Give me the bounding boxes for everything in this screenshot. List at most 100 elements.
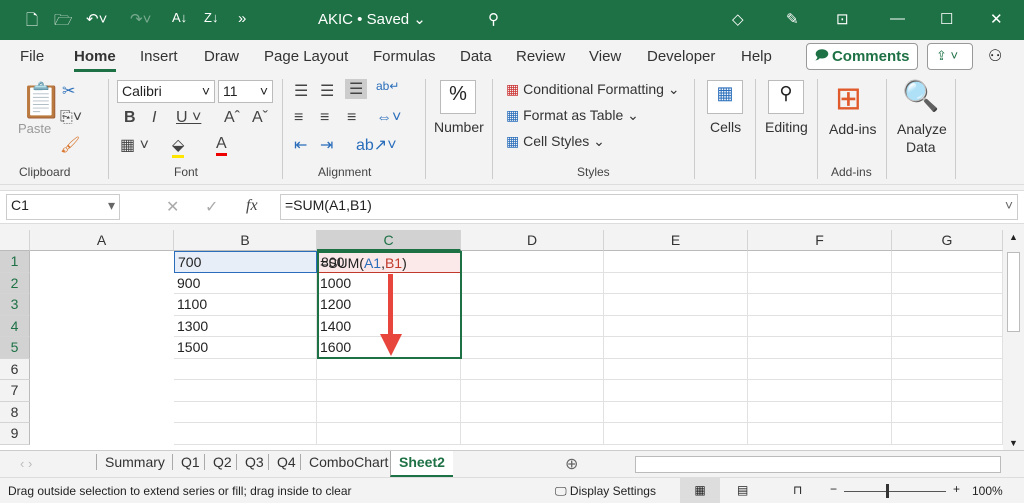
ribbon-display-icon[interactable]: ⊡ xyxy=(836,10,849,28)
cell-A6[interactable] xyxy=(174,358,317,380)
tab-data[interactable]: Data xyxy=(460,48,492,65)
column-header-C[interactable]: C xyxy=(317,230,461,251)
cut-icon[interactable]: ✂ xyxy=(62,81,75,101)
bold-icon[interactable]: B xyxy=(124,109,136,127)
format-painter-icon[interactable]: 🖌 xyxy=(60,135,80,155)
document-title[interactable]: AKIC • Saved ⌄ xyxy=(318,10,426,28)
new-file-icon[interactable]: 🗋 xyxy=(26,10,38,35)
sheet-tab-combochart[interactable]: ComboChart xyxy=(300,454,396,470)
increase-font-icon[interactable]: Aˆ xyxy=(224,109,240,127)
cell-F3[interactable] xyxy=(892,294,1003,316)
number-format-button[interactable]: Number xyxy=(434,119,484,135)
merge-center-icon[interactable]: ⇔˅ xyxy=(376,109,401,127)
formula-input[interactable]: =SUM(A1,B1) ˅ xyxy=(280,194,1018,220)
column-header-G[interactable]: G xyxy=(892,230,1003,251)
middle-align-icon[interactable]: ☰ xyxy=(320,81,334,101)
insert-function-icon[interactable]: fx xyxy=(246,197,258,215)
cells-button[interactable]: Cells xyxy=(710,119,741,135)
close-icon[interactable]: ✕ xyxy=(990,10,1003,28)
cell-E7[interactable] xyxy=(748,380,892,402)
italic-icon[interactable]: I xyxy=(152,109,156,127)
enter-icon[interactable]: ✓ xyxy=(205,197,218,217)
row-header-2[interactable]: 2 xyxy=(0,272,30,294)
page-break-view-icon[interactable]: ⊓ xyxy=(793,483,802,497)
cell-A3[interactable]: 1100 xyxy=(174,294,317,316)
coauthor-icon[interactable]: ⚇ xyxy=(988,46,1002,66)
font-size-select[interactable]: 11 ˅ xyxy=(218,80,273,103)
tab-insert[interactable]: Insert xyxy=(140,48,178,65)
sheet-tab-q3[interactable]: Q3 xyxy=(236,454,272,470)
tab-view[interactable]: View xyxy=(589,48,621,65)
percent-icon[interactable]: % xyxy=(440,80,476,114)
more-commands[interactable]: » xyxy=(238,10,246,27)
add-ins-icon[interactable]: ⊞ xyxy=(835,79,862,117)
wrap-text-icon[interactable]: ab↵ xyxy=(376,79,399,93)
cell-C3[interactable] xyxy=(461,294,604,316)
cell-E5[interactable] xyxy=(748,337,892,359)
top-align-icon[interactable]: ☰ xyxy=(294,81,308,101)
cell-A7[interactable] xyxy=(174,380,317,402)
cell-D1[interactable] xyxy=(604,251,748,273)
find-icon[interactable]: ⚲ xyxy=(768,80,804,114)
analyze-data-icon[interactable]: 🔍 xyxy=(902,79,939,114)
align-center-icon[interactable]: ≡ xyxy=(320,109,329,127)
copy-icon[interactable]: ⎘˅ xyxy=(60,109,82,127)
cell-D7[interactable] xyxy=(604,380,748,402)
bottom-align-icon[interactable]: ☰ xyxy=(345,79,368,99)
page-layout-view-icon[interactable]: ▤ xyxy=(737,483,748,497)
fill-color-icon[interactable]: ⬙ xyxy=(172,135,185,158)
font-color-icon[interactable]: A xyxy=(216,135,227,156)
horizontal-scrollbar[interactable] xyxy=(635,456,1001,473)
cell-C1[interactable]: =SUM(A1,B1) xyxy=(320,253,407,273)
comments-button[interactable]: 🗩 Comments xyxy=(806,43,918,70)
cell-A4[interactable]: 1300 xyxy=(174,315,317,337)
new-sheet-icon[interactable]: ⊕ xyxy=(565,454,578,474)
cell-A2[interactable]: 900 xyxy=(174,272,317,294)
column-header-D[interactable]: D xyxy=(461,230,604,251)
analyze-label-1[interactable]: Analyze xyxy=(897,121,947,137)
sheet-tab-summary[interactable]: Summary xyxy=(96,454,173,470)
row-header-3[interactable]: 3 xyxy=(0,294,30,316)
tab-formulas[interactable]: Formulas xyxy=(373,48,436,65)
cells-icon[interactable]: ▦ xyxy=(707,80,743,114)
normal-view-icon[interactable]: ▦ xyxy=(680,478,720,503)
cell-E9[interactable] xyxy=(748,423,892,445)
cell-C6[interactable] xyxy=(461,358,604,380)
cell-F2[interactable] xyxy=(892,272,1003,294)
cell-C4[interactable] xyxy=(461,315,604,337)
cell-A9[interactable] xyxy=(174,423,317,445)
cancel-icon[interactable]: ✕ xyxy=(166,197,179,217)
sheet-tab-q1[interactable]: Q1 xyxy=(172,454,208,470)
paste-label[interactable]: Paste xyxy=(18,121,51,136)
tab-file[interactable]: File xyxy=(20,48,44,65)
cell-C1[interactable] xyxy=(461,251,604,273)
cell-A5[interactable]: 1500 xyxy=(174,337,317,359)
cell-B8[interactable] xyxy=(317,401,461,423)
cell-D4[interactable] xyxy=(604,315,748,337)
open-icon[interactable]: 🗁 xyxy=(54,10,73,35)
paste-icon[interactable]: 📋 xyxy=(20,81,62,121)
decrease-font-icon[interactable]: Aˇ xyxy=(252,109,268,127)
cell-E3[interactable] xyxy=(748,294,892,316)
cell-B9[interactable] xyxy=(317,423,461,445)
row-header-6[interactable]: 6 xyxy=(0,358,30,380)
cell-C7[interactable] xyxy=(461,380,604,402)
editing-button[interactable]: Editing xyxy=(765,119,808,135)
cell-styles-button[interactable]: ▦ Cell Styles ⌄ xyxy=(506,133,605,150)
tab-help[interactable]: Help xyxy=(741,48,772,65)
cell-A1[interactable]: 700 xyxy=(174,251,317,273)
cell-D2[interactable] xyxy=(604,272,748,294)
format-as-table-button[interactable]: ▦ Format as Table ⌄ xyxy=(506,107,639,124)
analyze-label-2[interactable]: Data xyxy=(906,139,936,155)
cell-F4[interactable] xyxy=(892,315,1003,337)
underline-icon[interactable]: U ˅ xyxy=(176,109,201,127)
cell-C9[interactable] xyxy=(461,423,604,445)
sort-za-icon[interactable]: Z↓ xyxy=(204,10,218,25)
name-box[interactable]: C1 ▾ xyxy=(6,194,120,220)
cell-D8[interactable] xyxy=(604,401,748,423)
align-left-icon[interactable]: ≡ xyxy=(294,109,303,127)
select-all[interactable] xyxy=(0,230,30,251)
redo-icon[interactable]: ↷˅ xyxy=(130,10,151,28)
row-header-1[interactable]: 1 xyxy=(0,251,30,273)
cell-F9[interactable] xyxy=(892,423,1003,445)
